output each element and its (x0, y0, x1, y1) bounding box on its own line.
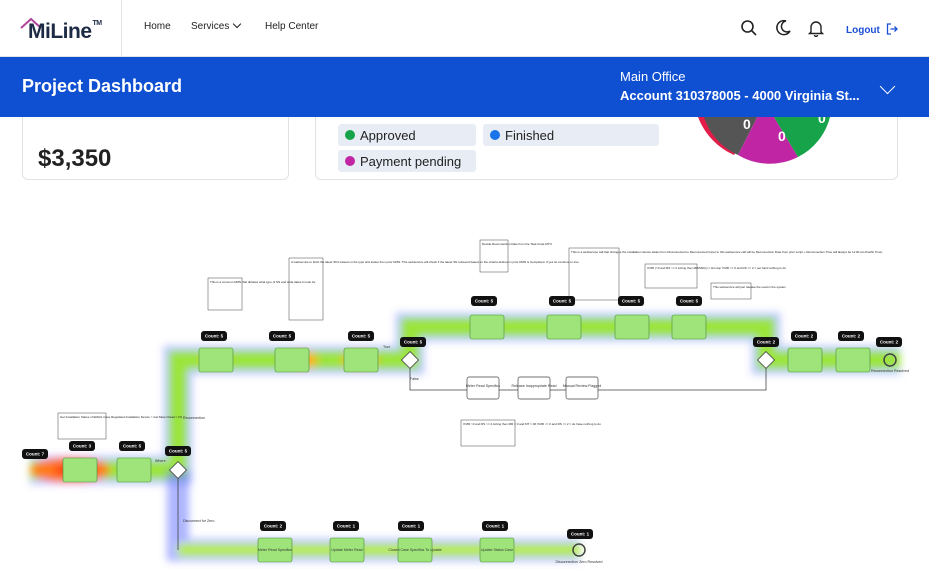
logout-button[interactable]: Logout (846, 21, 898, 36)
note-1: Get Installation Status of EMAIL Case Re… (60, 415, 182, 419)
amount-value: $3,350 (38, 145, 112, 172)
label-disconnect-end: Disconnection Zero Resolved (556, 560, 603, 564)
chevron-down-icon (233, 19, 242, 29)
page-title: Project Dashboard (22, 76, 183, 96)
label-meter-spec: Meter Read Specifics (258, 548, 292, 552)
logo-divider (121, 0, 122, 57)
amount-card: $3,350 (22, 117, 289, 180)
milene-logo[interactable]: MiLineTM (18, 12, 118, 44)
process-heatmap: Meter Read Specifics Release Inappropria… (22, 239, 909, 564)
note-5: This is a webservice call that changes t… (571, 250, 882, 254)
legend-finished: Finished (483, 124, 659, 146)
edge-reconnection: Reconnection (183, 416, 205, 420)
count-badge: Count: 5 (622, 299, 641, 304)
pie-label-magenta: 0 (778, 128, 786, 144)
nav-services[interactable]: Services (191, 19, 242, 32)
top-navbar: MiLineTM Home Services Help Center Logou… (0, 0, 929, 57)
label-reconnect-end: Reconnection Resolved (871, 369, 909, 373)
brand-suffix: Line (50, 20, 92, 43)
office-name: Main Office (620, 69, 686, 84)
finished-dot-icon (490, 130, 500, 140)
account-selector[interactable]: Account 310378005 - 4000 Virginia St... (620, 88, 882, 103)
nav-services-label: Services (191, 21, 230, 32)
count-badge: Count: 5 (352, 334, 371, 339)
note-8: If MR >0 and RS >= 2 Acting then MR = 0 … (463, 422, 601, 426)
count-badge: Count: 2 (757, 340, 776, 345)
unvisited-boxes (466, 376, 599, 400)
count-badge: Count: 5 (404, 340, 423, 345)
count-badge: Count: 5 (169, 449, 188, 454)
end-events (572, 353, 897, 557)
count-badge: Count: 1 (486, 524, 505, 529)
label-closed-case: Closed Case Specifics To Update (388, 548, 441, 552)
count-badge: Count: 5 (680, 299, 699, 304)
page-header: Project Dashboard Main Office Account 31… (0, 57, 929, 117)
note-7: This webservice will just release the re… (713, 285, 787, 289)
count-badge: Count: 1 (337, 524, 356, 529)
note-6: If MR (>0 and RS >= 2 Acting then MR/MR(… (647, 266, 786, 270)
legend-approved-label: Approved (360, 128, 416, 143)
edge-true: True (383, 345, 390, 349)
label-manual-review: Manual Review Flagged (563, 384, 602, 388)
payment-pending-dot-icon (345, 156, 355, 166)
search-icon[interactable] (740, 19, 758, 37)
nav-home[interactable]: Home (144, 21, 171, 32)
count-badge: Count: 2 (880, 340, 899, 345)
count-badge: Count: 2 (795, 334, 814, 339)
count-badge: Count: 2 (264, 524, 283, 529)
nav-help-center[interactable]: Help Center (265, 21, 318, 32)
count-badge: Count: 1 (402, 524, 421, 529)
label-release-read: Release Inappropriate Read (512, 384, 557, 388)
count-badge: Count: 2 (842, 334, 861, 339)
count-badge: Count: 1 (571, 532, 590, 537)
approved-dot-icon (345, 130, 355, 140)
logout-label: Logout (846, 25, 880, 36)
note-4: Decide Reconnection Date from the Task C… (482, 242, 553, 246)
brand-prefix: Mi (28, 20, 51, 43)
pie-label-green: 0 (818, 117, 826, 126)
label-update-status: Update Status Case (481, 548, 513, 552)
edge-false: False (410, 377, 419, 381)
count-badge: Count: 3 (73, 444, 92, 449)
account-chevron-down-icon[interactable] (879, 78, 896, 95)
brand-name: MiLineTM (28, 20, 102, 44)
count-badge: Count: 7 (26, 452, 45, 457)
edge-where: Where (155, 459, 166, 463)
label-meter-read: Meter Read Specifics (466, 384, 500, 388)
count-badge: Count: 5 (553, 299, 572, 304)
legend-finished-label: Finished (505, 128, 555, 143)
count-badge: Count: 5 (205, 334, 224, 339)
count-badge: Count: 5 (475, 299, 494, 304)
status-pie-chart: 0 0 0 (698, 117, 830, 164)
edge-disconnect: Disconnect for Zero (183, 519, 214, 523)
bell-icon[interactable] (807, 19, 825, 37)
legend-approved: Approved (338, 124, 476, 146)
moon-icon[interactable] (774, 19, 792, 37)
label-update-meter: Update Meter Read (331, 548, 362, 552)
count-badge: Count: 5 (123, 444, 142, 449)
legend-payment-pending-label: Payment pending (360, 154, 462, 169)
logout-icon (886, 23, 898, 35)
count-badge: Count: 5 (273, 334, 292, 339)
brand-trademark: TM (92, 20, 103, 27)
pie-label-gray: 0 (743, 117, 751, 132)
legend-payment-pending: Payment pending (338, 150, 476, 172)
note-3: A webservice to fetch the latest SN's ba… (291, 260, 579, 264)
note-2: This is a common DMN that dictates what … (210, 280, 315, 284)
